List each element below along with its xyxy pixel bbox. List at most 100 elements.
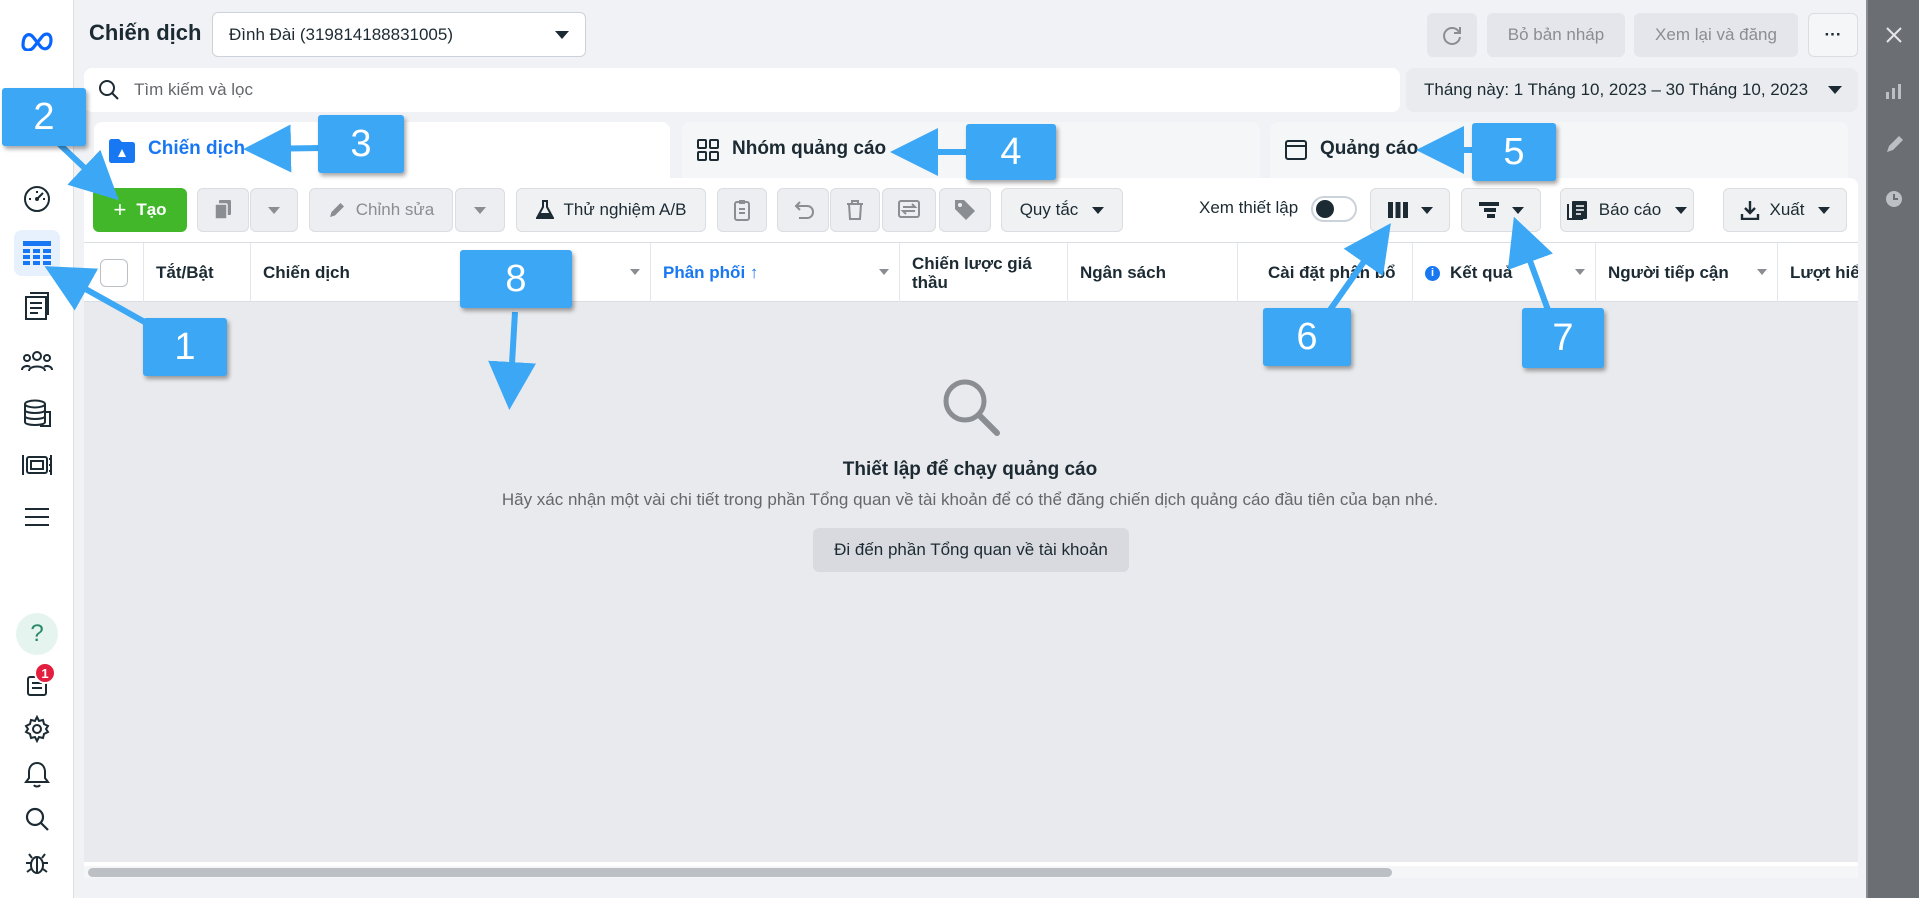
edit-button-label: Chỉnh sửa	[355, 200, 435, 219]
column-header-budget[interactable]: Ngân sách	[1068, 243, 1238, 303]
date-range-label: Tháng này: 1 Tháng 10, 2023 – 30 Tháng 1…	[1424, 80, 1809, 99]
clipboard-button[interactable]	[717, 188, 767, 232]
folder-icon	[109, 139, 135, 163]
callout-1: 1	[143, 318, 227, 376]
chevron-down-icon	[1828, 86, 1842, 94]
more-options-button[interactable]: ···	[1808, 13, 1858, 57]
right-rail	[1868, 0, 1919, 898]
breakdown-button[interactable]	[1461, 188, 1541, 232]
callout-4: 4	[966, 124, 1056, 180]
column-header-bid-strategy[interactable]: Chiến lược giá thầu	[900, 243, 1068, 303]
ad-window-icon	[1285, 140, 1307, 160]
tab-label: Quảng cáo	[1320, 138, 1419, 159]
tag-icon	[955, 200, 975, 220]
column-header-delivery[interactable]: Phân phối ↑	[651, 243, 900, 303]
download-icon	[1740, 201, 1759, 220]
meta-logo-icon[interactable]	[14, 17, 60, 63]
review-publish-button[interactable]: Xem lại và đăng	[1634, 13, 1798, 57]
settings-icon[interactable]	[14, 706, 60, 752]
search-icon	[99, 80, 119, 100]
database-icon[interactable]	[14, 390, 60, 436]
duplicate-button[interactable]	[197, 188, 249, 232]
search-empty-icon	[943, 379, 1000, 436]
table-header: Tắt/Bật Chiến dịch Phân phối ↑ Chiến lượ…	[84, 242, 1858, 303]
export-button[interactable]: Xuất	[1723, 188, 1847, 232]
callout-6: 6	[1263, 308, 1351, 366]
refresh-icon	[1443, 27, 1461, 45]
edit-dropdown-button[interactable]	[455, 188, 505, 232]
column-header-campaign[interactable]: Chiến dịch	[251, 243, 651, 303]
ab-compare-button[interactable]	[882, 188, 936, 232]
compare-icon	[898, 200, 920, 218]
view-setup-toggle[interactable]	[1311, 196, 1357, 222]
notifications-icon[interactable]: 1	[14, 660, 60, 706]
sort-caret-icon	[1757, 269, 1767, 275]
history-icon[interactable]	[1881, 186, 1907, 212]
edit-button[interactable]: Chỉnh sửa	[309, 188, 453, 232]
bell-icon[interactable]	[14, 751, 60, 797]
discard-draft-button[interactable]: Bỏ bản nháp	[1487, 13, 1625, 57]
column-header-toggle[interactable]: Tắt/Bật	[144, 243, 251, 303]
callout-8: 8	[460, 250, 572, 308]
duplicate-icon	[214, 200, 231, 220]
chevron-down-icon	[1675, 206, 1688, 214]
audiences-icon[interactable]	[14, 338, 60, 384]
pages-icon[interactable]	[14, 283, 60, 329]
account-select[interactable]: Đình Đài (319814188831005)	[212, 12, 586, 57]
dashboard-icon[interactable]	[14, 176, 60, 222]
chevron-down-icon	[1512, 206, 1524, 214]
column-header-reach[interactable]: Người tiếp cận	[1596, 243, 1778, 303]
chevron-down-icon	[1092, 206, 1105, 214]
column-header-results[interactable]: i Kết quả	[1413, 243, 1596, 303]
bug-icon[interactable]	[14, 840, 60, 886]
breakdown-icon	[1479, 202, 1499, 218]
column-header-impressions[interactable]: Lượt hiển thị	[1778, 243, 1858, 303]
search-input[interactable]	[134, 80, 1334, 100]
grid-icon	[697, 139, 719, 161]
column-header-attribution[interactable]: Cài đặt phân bổ	[1238, 243, 1413, 303]
report-icon	[1566, 201, 1587, 220]
flask-icon	[535, 200, 554, 219]
pencil-icon[interactable]	[1881, 132, 1907, 158]
tab-label: Chiến dịch	[148, 138, 246, 159]
columns-button[interactable]	[1370, 188, 1450, 232]
trash-icon	[847, 200, 863, 220]
chevron-down-icon	[1421, 206, 1433, 214]
delete-button[interactable]	[830, 188, 880, 232]
info-icon: i	[1425, 265, 1440, 281]
rules-button[interactable]: Quy tắc	[1001, 188, 1123, 232]
chevron-down-icon	[555, 30, 569, 39]
tag-button[interactable]	[939, 188, 991, 232]
columns-icon	[1388, 202, 1408, 218]
campaigns-table-icon[interactable]	[14, 230, 60, 276]
account-overview-button[interactable]: Đi đến phần Tổng quan về tài khoản	[813, 528, 1129, 572]
search-icon[interactable]	[14, 796, 60, 842]
tab-label: Nhóm quảng cáo	[732, 138, 887, 159]
undo-button[interactable]	[777, 188, 829, 232]
create-button[interactable]: + Tạo	[93, 188, 187, 232]
select-all-checkbox[interactable]	[99, 259, 128, 287]
view-setup-label: Xem thiết lập	[1199, 198, 1299, 217]
empty-state-title: Thiết lập để chạy quảng cáo	[842, 459, 1098, 480]
account-select-value: Đình Đài (319814188831005)	[229, 24, 454, 44]
duplicate-dropdown-button[interactable]	[250, 188, 298, 232]
sort-caret-icon	[1575, 269, 1585, 275]
horizontal-scrollbar-thumb[interactable]	[88, 868, 1392, 877]
plus-icon: +	[113, 197, 127, 222]
refresh-button[interactable]	[1427, 13, 1477, 57]
export-label: Xuất	[1769, 200, 1805, 219]
callout-7: 7	[1522, 308, 1604, 368]
column-header-label: Phân phối ↑	[663, 263, 759, 282]
close-icon[interactable]	[1881, 22, 1907, 48]
chevron-down-icon	[268, 206, 280, 214]
help-icon[interactable]: ?	[14, 611, 60, 657]
notification-badge: 1	[34, 662, 56, 684]
chart-icon[interactable]	[1881, 78, 1907, 104]
reports-button[interactable]: Báo cáo	[1560, 188, 1694, 232]
callout-3: 3	[318, 115, 404, 173]
clipboard-icon	[734, 200, 750, 221]
ab-test-button[interactable]: Thử nghiệm A/B	[516, 188, 706, 232]
chevron-down-icon	[1818, 206, 1831, 214]
date-range-picker[interactable]: Tháng này: 1 Tháng 10, 2023 – 30 Tháng 1…	[1406, 68, 1858, 112]
pencil-icon	[329, 203, 344, 217]
